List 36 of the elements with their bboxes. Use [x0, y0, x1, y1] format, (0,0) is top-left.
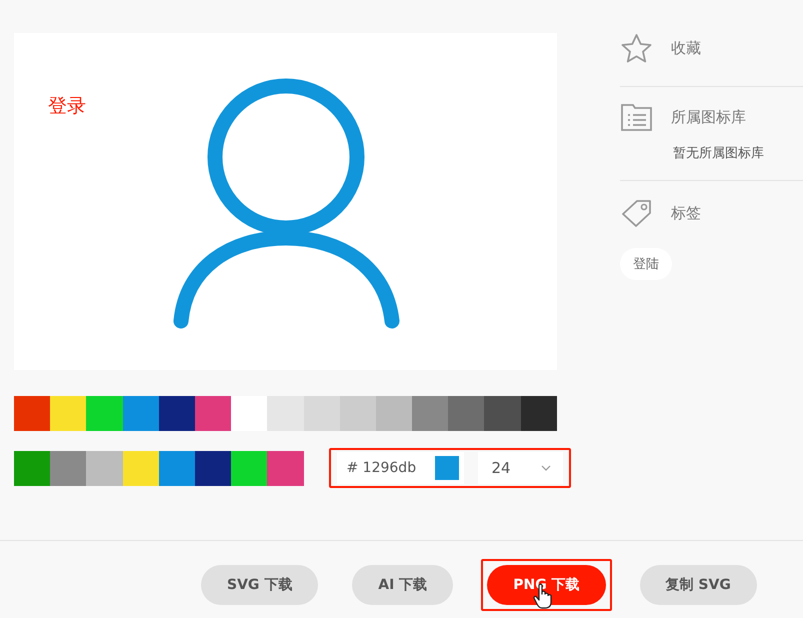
color-swatch[interactable]: [158, 396, 195, 431]
library-value: 暂无所属图标库: [673, 145, 765, 162]
color-swatch[interactable]: [448, 396, 484, 431]
color-swatch[interactable]: [267, 396, 304, 431]
person-icon: [174, 78, 400, 328]
color-swatch[interactable]: [376, 396, 412, 431]
color-swatch[interactable]: [520, 396, 557, 431]
folder-list-icon: [620, 103, 653, 132]
color-swatch[interactable]: [194, 450, 232, 486]
favorite-label[interactable]: 收藏: [671, 39, 701, 58]
color-swatch[interactable]: [158, 450, 195, 486]
tag-chip[interactable]: 登陆: [620, 248, 672, 280]
color-swatch[interactable]: [412, 396, 448, 431]
color-swatch[interactable]: [194, 396, 232, 431]
color-swatch[interactable]: [50, 450, 86, 486]
annotation-text: 登录: [48, 94, 86, 119]
color-input[interactable]: # 1296db: [336, 452, 464, 484]
color-swatch[interactable]: [231, 450, 268, 486]
color-swatch[interactable]: [231, 396, 268, 431]
color-swatch[interactable]: [304, 396, 340, 431]
color-swatch[interactable]: [122, 450, 159, 486]
color-swatch[interactable]: [14, 450, 50, 486]
color-swatch[interactable]: [86, 396, 123, 431]
chevron-down-icon: [540, 465, 550, 471]
size-select[interactable]: 24: [478, 452, 562, 484]
color-swatch[interactable]: [14, 396, 50, 431]
color-swatch[interactable]: [340, 396, 376, 431]
library-label: 所属图标库: [671, 108, 746, 127]
tags-label: 标签: [671, 204, 701, 223]
star-icon[interactable]: [620, 33, 653, 64]
tag-icon: [620, 199, 653, 228]
color-swatch[interactable]: [267, 450, 304, 486]
color-swatch[interactable]: [484, 396, 521, 431]
color-swatch[interactable]: [50, 396, 86, 431]
color-swatch[interactable]: [86, 450, 123, 486]
color-swatch[interactable]: [122, 396, 159, 431]
